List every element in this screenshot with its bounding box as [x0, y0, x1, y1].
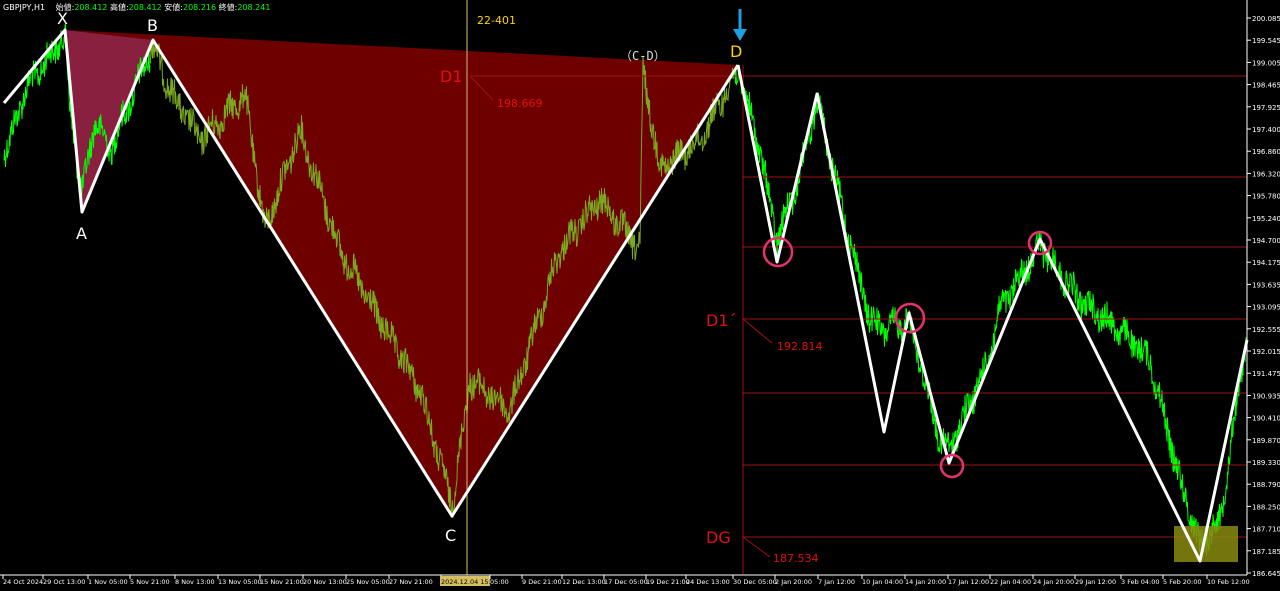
level-label-d1p: D1´: [706, 311, 737, 330]
x-axis-tick-label: 9 Dec 21:00: [522, 578, 562, 586]
close-value: 208.241: [237, 3, 271, 12]
symbol-label: GBPJPY,H1: [3, 3, 46, 12]
y-axis-tick-label: 196.860: [1252, 148, 1280, 156]
chart-header: GBPJPY,H1 始値:208.412 高値:208.412 安値:208.2…: [3, 2, 270, 13]
y-axis-tick-label: 190.935: [1252, 392, 1280, 400]
y-axis-tick-label: 192.555: [1252, 326, 1280, 334]
x-axis-tick-label: 5 Feb 20:00: [1163, 578, 1202, 586]
level-value-d1p: 192.814: [777, 340, 823, 353]
x-axis-tick-label: 8 Nov 13:00: [175, 578, 215, 586]
y-axis-tick-label: 197.925: [1252, 104, 1280, 112]
y-axis-tick-label: 189.330: [1252, 459, 1280, 467]
y-axis-tick-label: 193.095: [1252, 304, 1280, 312]
pattern-label-d: D: [730, 42, 742, 61]
y-axis-tick-label: 199.005: [1252, 59, 1280, 67]
y-axis-tick-label: 189.870: [1252, 437, 1280, 445]
y-axis-tick-label: 190.410: [1252, 415, 1280, 423]
x-axis-tick-label: 12 Dec 13:00: [562, 578, 606, 586]
high-label: 高値:: [109, 3, 129, 12]
y-axis-tick-label: 187.185: [1252, 548, 1280, 556]
x-axis-tick-label: 30 Dec 05:00: [733, 578, 777, 586]
y-axis-tick-label: 187.710: [1252, 526, 1280, 534]
y-axis-tick-label: 193.635: [1252, 281, 1280, 289]
level-label-d1: D1: [440, 67, 463, 86]
level-value-dg: 187.534: [773, 552, 819, 565]
close-label: 終値:: [218, 3, 238, 12]
y-axis-tick-label: 194.175: [1252, 259, 1280, 267]
x-axis-tick-label: 17 Dec 05:00: [604, 578, 648, 586]
level-label-dg: DG: [706, 528, 731, 547]
annotation-id: 22-401: [477, 14, 516, 27]
y-axis-tick-label: 194.700: [1252, 237, 1280, 245]
open-value: 208.412: [74, 3, 108, 12]
y-axis-tick-label: 192.015: [1252, 348, 1280, 356]
x-axis-tick-label: 19 Dec 21:00: [646, 578, 690, 586]
x-axis-tick-label: 5 Nov 21:00: [130, 578, 170, 586]
y-axis-tick-label: 198.465: [1252, 82, 1280, 90]
chart-canvas[interactable]: X A B C D （C-D） 22-401 D1 198.669 D1´ 19…: [0, 0, 1280, 591]
y-axis-tick-label: 188.790: [1252, 481, 1280, 489]
y-axis-tick-label: 186.645: [1252, 570, 1280, 578]
y-axis-tick-label: 200.085: [1252, 15, 1280, 23]
x-axis-tick-label: 10 Feb 12:00: [1207, 578, 1250, 586]
x-axis-tick-label: 7 Jan 12:00: [818, 578, 855, 586]
x-axis-tick-label: 1 Nov 05:00: [88, 578, 128, 586]
x-axis-tick-label: 27 Nov 21:00: [389, 578, 433, 586]
x-axis-tick-label: 13 Nov 05:00: [218, 578, 262, 586]
y-axis-tick-label: 199.545: [1252, 37, 1280, 45]
y-axis-tick-label: 195.780: [1252, 193, 1280, 201]
high-value: 208.412: [128, 3, 162, 12]
x-axis-tick-label: 24 Dec 13:00: [686, 578, 730, 586]
y-axis-tick-label: 191.475: [1252, 370, 1280, 378]
x-axis-tick-label: 29 Oct 13:00: [43, 578, 85, 586]
y-axis-tick-label: 196.320: [1252, 170, 1280, 178]
x-axis-tick-label: 15 Nov 21:00: [260, 578, 304, 586]
pattern-label-cd: （C-D）: [620, 49, 666, 63]
x-axis-tick-label: 20 Nov 13:00: [303, 578, 347, 586]
x-axis-tick-label: 10 Jan 04:00: [862, 578, 903, 586]
x-axis-tick-label: 2 Jan 20:00: [775, 578, 812, 586]
y-axis-tick-label: 195.240: [1252, 215, 1280, 223]
pattern-label-a: A: [76, 224, 87, 243]
x-axis-tick-label: 05:00: [490, 578, 509, 586]
open-label: 始値:: [55, 3, 75, 12]
x-axis-tick-label: 24 Jan 20:00: [1033, 578, 1074, 586]
pattern-label-b: B: [147, 16, 158, 35]
pattern-label-c: C: [445, 526, 456, 545]
x-axis-tick-label: 17 Jan 12:00: [948, 578, 989, 586]
x-axis-tick-label: 25 Nov 05:00: [346, 578, 390, 586]
x-axis-tick-label: 24 Oct 2024: [3, 578, 43, 586]
x-axis-tick-label: 29 Jan 12:00: [1075, 578, 1116, 586]
low-value: 208.216: [183, 3, 217, 12]
y-axis-tick-label: 197.400: [1252, 126, 1280, 134]
x-axis-tick-label: 14 Jan 20:00: [905, 578, 946, 586]
x-axis-tick-label: 22 Jan 04:00: [990, 578, 1031, 586]
y-axis-tick-label: 188.250: [1252, 503, 1280, 511]
x-axis-tick-label: 3 Feb 04:00: [1121, 578, 1160, 586]
low-label: 安値:: [164, 3, 183, 12]
level-value-d1: 198.669: [497, 97, 543, 110]
